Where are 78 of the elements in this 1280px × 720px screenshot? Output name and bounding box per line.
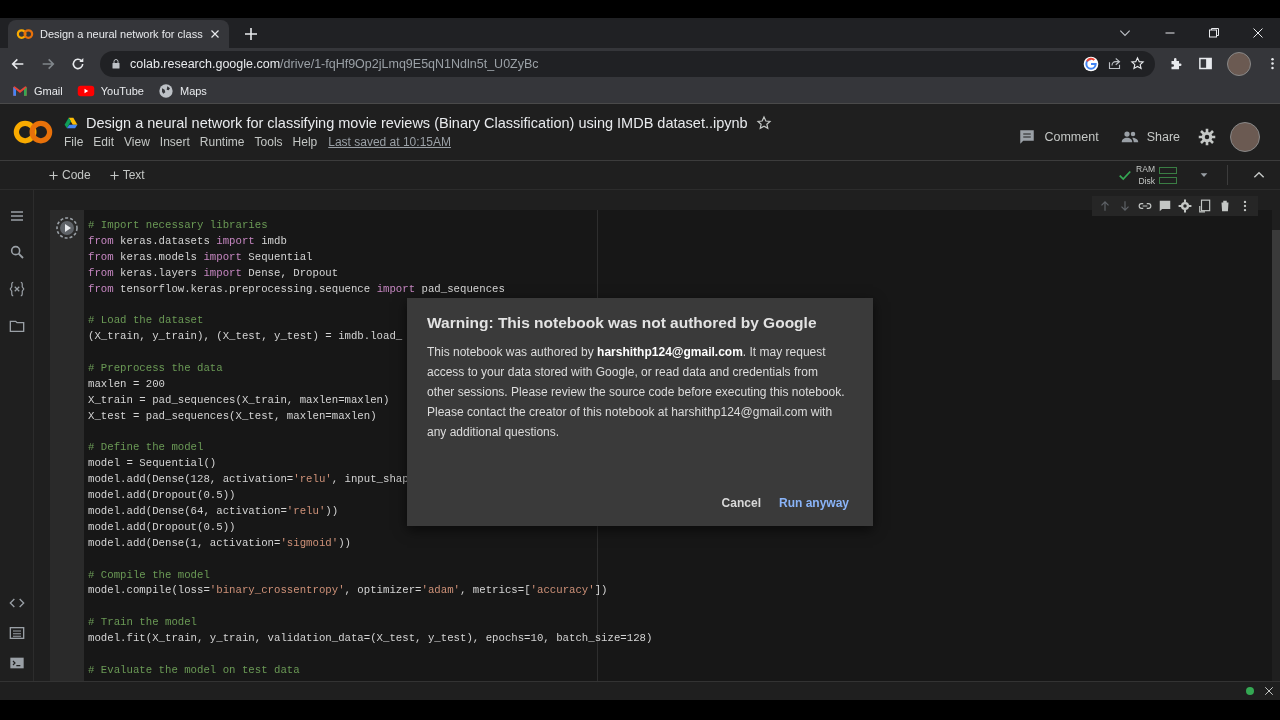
comment-icon <box>1018 128 1037 146</box>
puzzle-icon[interactable] <box>1169 56 1184 71</box>
run-anyway-button[interactable]: Run anyway <box>774 492 853 514</box>
address-bar[interactable]: colab.research.google.com/drive/1-fqHf9Op2jLmq9E5qN1Ndln5t_U0ZyBc <box>100 50 1155 77</box>
caret-icon[interactable] <box>1199 170 1209 180</box>
bookmark[interactable]: Maps <box>157 83 207 99</box>
usage-bar <box>1159 176 1177 184</box>
bookmark[interactable]: Gmail <box>12 83 63 99</box>
folder-icon[interactable] <box>8 318 25 334</box>
variables-icon[interactable] <box>7 280 26 298</box>
plus-icon <box>48 169 59 181</box>
reload-icon[interactable] <box>70 55 86 72</box>
plus-icon <box>108 169 120 181</box>
menu-item[interactable]: Insert <box>154 135 195 149</box>
code-line: # Load the dataset <box>88 313 204 329</box>
close-icon[interactable] <box>1264 686 1274 696</box>
side-panel-icon[interactable] <box>1198 56 1213 71</box>
profile-avatar[interactable] <box>1227 51 1251 76</box>
code-line: # Import necessary libraries <box>88 218 268 233</box>
code-line: model.compile(loss='binary_crossentropy', optimizer='adam', metrics=['accuracy']) <box>88 583 608 599</box>
google-icon[interactable] <box>1083 55 1099 72</box>
code-line: # Define the model <box>88 440 204 456</box>
browser-tab[interactable]: Design a neural network for class <box>8 20 229 48</box>
dialog-title: Warning: This notebook was not authored by Google <box>427 314 818 332</box>
share-button[interactable]: Share <box>1116 124 1184 150</box>
comment-button[interactable]: Comment <box>1014 124 1103 150</box>
code-line: from keras.datasets import imdb <box>88 233 287 249</box>
code-line: model.add(Dense(64, activation='relu')) <box>88 504 339 520</box>
menu-item[interactable]: Tools <box>249 135 288 149</box>
menu-icon[interactable] <box>8 208 25 224</box>
code-line: from keras.layers import Dense, Dropout <box>88 265 339 281</box>
list-icon[interactable] <box>8 625 25 641</box>
menu-item[interactable]: Help <box>287 135 323 149</box>
restore-icon[interactable] <box>1208 27 1220 39</box>
code-line: maxlen = 200 <box>88 376 165 392</box>
bookmark[interactable]: YouTube <box>76 82 144 100</box>
code-line: # Train the model <box>88 615 198 631</box>
mail-icon <box>12 83 28 99</box>
code-line: model.add(Dropout(0.5)) <box>88 488 236 504</box>
code-line: model.add(Dense(1, activation='sigmoid')) <box>88 535 351 551</box>
usage-bar <box>1159 166 1177 174</box>
search-icon[interactable] <box>8 244 25 260</box>
code-line: from keras.models import Sequential <box>88 249 313 265</box>
lock-icon <box>110 57 122 70</box>
comment-icon[interactable] <box>1158 199 1172 213</box>
menu-item[interactable]: Runtime <box>194 135 250 149</box>
resource-label: Disk <box>1138 175 1155 187</box>
scrollbar[interactable] <box>1272 230 1280 380</box>
dialog-message: This notebook was authored by harshithp124@gmail.com. It may request access to your data stored with Google, or read data and credentials from other sessions. Please review the source code before executing this notebook. Please contact the creator of this notebook at harshithp124@gmail.com with any additional questions. <box>427 344 846 441</box>
menu-item[interactable]: File <box>59 135 89 149</box>
last-saved-link[interactable]: Last saved at 10:15AM <box>328 135 451 149</box>
menu-item[interactable]: Edit <box>88 135 120 149</box>
share-icon[interactable] <box>1107 56 1122 71</box>
code-line: model.add(Dense(128, activation='relu', input_shap <box>88 472 409 488</box>
cancel-button[interactable]: Cancel <box>717 492 765 514</box>
insert-button[interactable]: Text <box>104 166 149 184</box>
insert-button[interactable]: Code <box>44 166 95 184</box>
code-line: model.fit(X_train, y_train, validation_data=(X_test, y_test), epochs=10, batch_size=128) <box>88 631 653 647</box>
code-line: model = Sequential() <box>88 456 217 472</box>
code-line: # Evaluate the model on test data <box>88 662 300 678</box>
close-icon <box>208 28 221 40</box>
globe-icon <box>157 83 174 99</box>
code-line: (X_train, y_train), (X_test, y_test) = imdb.load_ <box>88 329 403 345</box>
code-line: # Preprocess the data <box>88 361 223 376</box>
resource-label: RAM <box>1136 163 1155 175</box>
code-line: from tensorflow.keras.preprocessing.sequence import pad_sequences <box>88 281 505 297</box>
menu-item[interactable]: View <box>119 135 155 149</box>
new-tab-icon[interactable] <box>242 26 259 42</box>
code-line: model.add(Dropout(0.5)) <box>88 519 236 535</box>
code-line: X_test = pad_sequences(X_test, maxlen=maxlen) <box>88 408 377 424</box>
terminal-icon[interactable] <box>8 655 25 671</box>
notebook-title[interactable]: Design a neural network for classifying movie reviews (Binary Classification) using IMDB dataset..ipynb <box>86 115 748 131</box>
star-icon[interactable] <box>755 115 772 131</box>
drive-icon <box>64 116 78 130</box>
run-cell-icon[interactable] <box>55 216 79 240</box>
profile-avatar[interactable] <box>1230 122 1260 152</box>
code-line: # Compile the model <box>88 567 210 583</box>
code-line: X_train = pad_sequences(X_train, maxlen=maxlen) <box>88 392 390 408</box>
